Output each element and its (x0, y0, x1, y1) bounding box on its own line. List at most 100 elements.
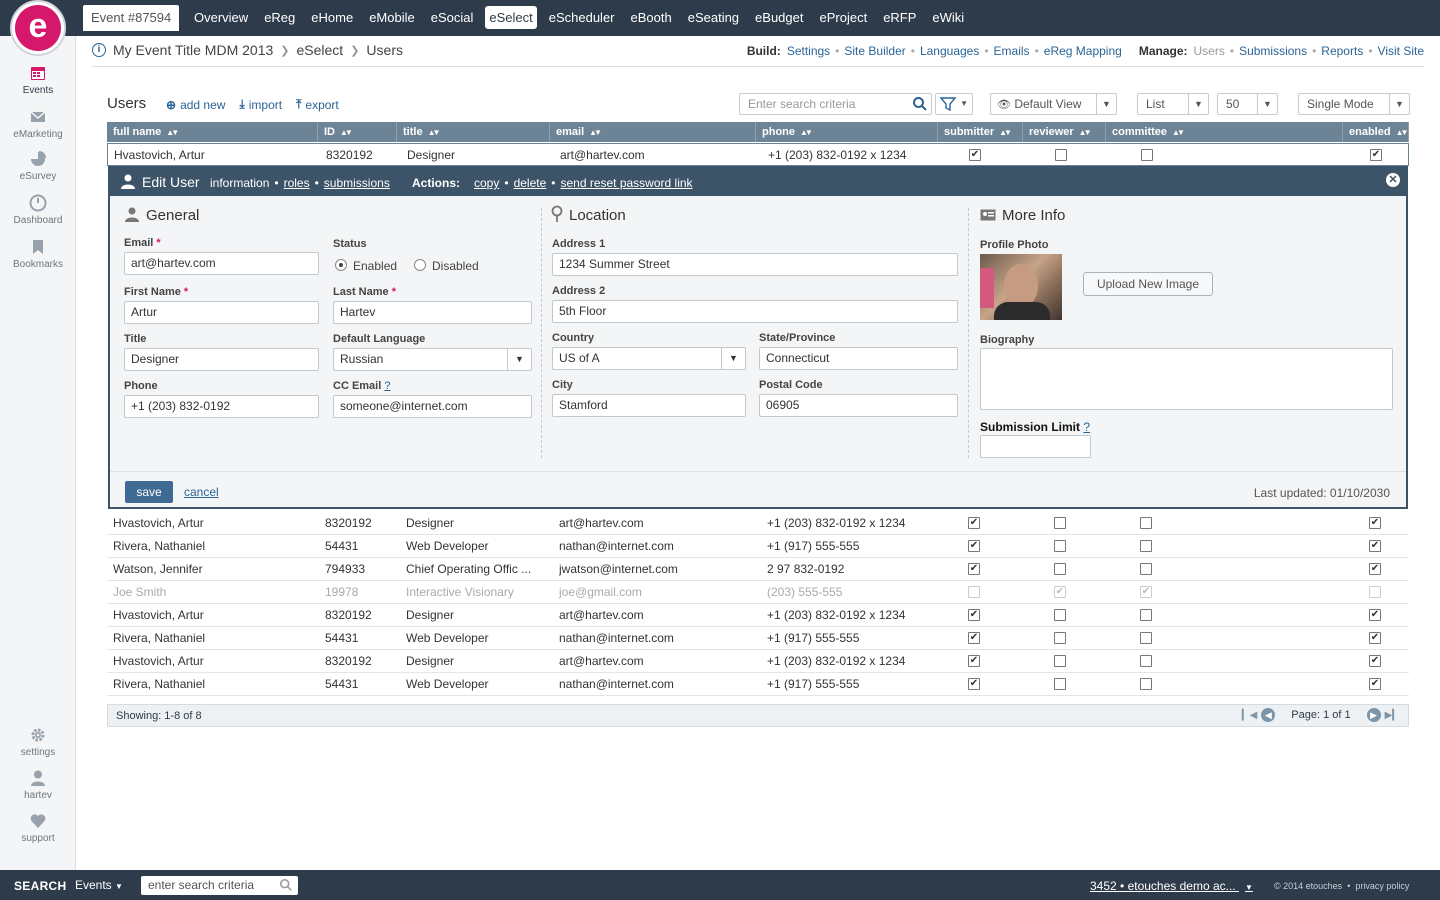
search-icon[interactable] (279, 878, 293, 892)
column-header-enabled[interactable]: enabled ▲▼ (1343, 122, 1409, 142)
per-page-select[interactable]: 50 ▼ (1217, 93, 1278, 115)
nav-item-ewiki[interactable]: eWiki (928, 6, 968, 29)
column-header-id[interactable]: ID ▲▼ (318, 122, 397, 142)
submitter-checkbox[interactable]: ✔ (968, 563, 980, 575)
nav-item-ebudget[interactable]: eBudget (751, 6, 807, 29)
enabled-checkbox[interactable]: ✔ (1369, 609, 1381, 621)
table-row-selected[interactable]: Hvastovich, Artur 8320192 Designer art@hart… (107, 143, 1409, 166)
build-link-site-builder[interactable]: Site Builder (844, 44, 905, 58)
save-button[interactable]: save (125, 481, 173, 503)
column-header-committee[interactable]: committee ▲▼ (1106, 122, 1343, 142)
submitter-checkbox[interactable]: ✔ (968, 609, 980, 621)
tab-submissions[interactable]: submissions (324, 176, 390, 190)
enabled-checkbox[interactable]: ✔ (1369, 678, 1381, 690)
sort-icon[interactable]: ▲▼ (800, 128, 813, 137)
manage-link-reports[interactable]: Reports (1321, 44, 1363, 58)
submitter-checkbox[interactable]: ✔ (969, 149, 981, 161)
column-header-reviewer[interactable]: reviewer ▲▼ (1023, 122, 1106, 142)
city-field[interactable]: Stamford (552, 394, 746, 417)
enabled-checkbox[interactable]: ✔ (1369, 517, 1381, 529)
committee-checkbox[interactable] (1140, 678, 1152, 690)
build-link-settings[interactable]: Settings (787, 44, 830, 58)
first-name-field[interactable]: Artur (124, 301, 319, 324)
global-search-input[interactable]: enter search criteria (141, 876, 298, 895)
reviewer-checkbox[interactable] (1055, 149, 1067, 161)
search-icon[interactable] (912, 96, 928, 112)
sort-icon[interactable]: ▲▼ (999, 128, 1012, 137)
committee-checkbox[interactable] (1140, 609, 1152, 621)
copy-link[interactable]: copy (474, 176, 499, 190)
reviewer-checkbox[interactable] (1054, 632, 1066, 644)
sidebar-item-emarketing[interactable]: eMarketing (0, 108, 76, 140)
table-row[interactable]: Watson, Jennifer 794933 Chief Operating Of… (107, 558, 1409, 581)
status-enabled-radio[interactable] (335, 259, 347, 271)
nav-item-eselect[interactable]: eSelect (485, 6, 537, 29)
sort-icon[interactable]: ▲▼ (1396, 128, 1409, 137)
sort-icon[interactable]: ▲▼ (340, 128, 353, 137)
first-page-icon[interactable]: ▎◀ (1242, 710, 1257, 721)
last-page-icon[interactable]: ▶▎ (1385, 710, 1400, 721)
table-row[interactable]: Rivera, Nathaniel 54431 Web Developer natha… (107, 673, 1409, 696)
reviewer-checkbox[interactable]: ✔ (1054, 586, 1066, 598)
reviewer-checkbox[interactable] (1054, 517, 1066, 529)
export-button[interactable]: ⤒ export (296, 97, 339, 112)
last-name-field[interactable]: Hartev (333, 301, 532, 324)
sidebar-item-dashboard[interactable]: Dashboard (0, 194, 76, 226)
sort-icon[interactable]: ▲▼ (589, 128, 602, 137)
sort-icon[interactable]: ▲▼ (1079, 128, 1092, 137)
sidebar-item-bookmarks[interactable]: Bookmarks (0, 238, 76, 270)
table-row[interactable]: Hvastovich, Artur 8320192 Designer art@hart… (107, 650, 1409, 673)
send-reset-password-link[interactable]: send reset password link (560, 176, 692, 190)
table-row[interactable]: Hvastovich, Artur 8320192 Designer art@hart… (107, 604, 1409, 627)
sort-icon[interactable]: ▲▼ (1172, 128, 1185, 137)
committee-checkbox[interactable] (1140, 540, 1152, 552)
nav-item-overview[interactable]: Overview (190, 6, 252, 29)
manage-link-visit-site[interactable]: Visit Site (1378, 44, 1424, 58)
privacy-policy-link[interactable]: privacy policy (1355, 881, 1409, 891)
list-select[interactable]: List ▼ (1137, 93, 1209, 115)
column-header-phone[interactable]: phone ▲▼ (756, 122, 938, 142)
submitter-checkbox[interactable]: ✔ (968, 540, 980, 552)
prev-page-icon[interactable]: ◀ (1261, 708, 1276, 722)
status-disabled-radio[interactable] (414, 259, 426, 271)
tab-information[interactable]: information (210, 176, 269, 190)
reviewer-checkbox[interactable] (1054, 609, 1066, 621)
build-link-emails[interactable]: Emails (994, 44, 1030, 58)
info-icon[interactable]: i (92, 43, 106, 57)
phone-field[interactable]: +1 (203) 832-0192 (124, 395, 319, 418)
state-field[interactable]: Connecticut (759, 347, 958, 370)
column-header-email[interactable]: email ▲▼ (550, 122, 756, 142)
build-link-ereg-mapping[interactable]: eReg Mapping (1044, 44, 1122, 58)
submitter-checkbox[interactable]: ✔ (968, 632, 980, 644)
reviewer-checkbox[interactable] (1054, 540, 1066, 552)
country-select[interactable]: US of A ▼ (552, 347, 746, 370)
sidebar-item-user[interactable]: hartev (0, 769, 76, 801)
nav-item-erfp[interactable]: eRFP (879, 6, 920, 29)
address1-field[interactable]: 1234 Summer Street (552, 253, 958, 276)
biography-textarea[interactable] (980, 348, 1393, 410)
upload-new-image-button[interactable]: Upload New Image (1083, 272, 1213, 296)
committee-checkbox[interactable] (1140, 655, 1152, 667)
table-row[interactable]: Joe Smith 19978 Interactive Visionary joe@g… (107, 581, 1409, 604)
nav-item-ehome[interactable]: eHome (307, 6, 357, 29)
postal-code-field[interactable]: 06905 (759, 394, 958, 417)
nav-item-eproject[interactable]: eProject (815, 6, 871, 29)
help-icon[interactable]: ? (1083, 420, 1090, 434)
cc-email-field[interactable]: someone@internet.com (333, 395, 532, 418)
mode-select[interactable]: Single Mode ▼ (1298, 93, 1410, 115)
sidebar-item-settings[interactable]: settings (0, 726, 76, 758)
enabled-checkbox[interactable]: ✔ (1369, 563, 1381, 575)
column-header-title[interactable]: title ▲▼ (397, 122, 550, 142)
committee-checkbox[interactable] (1140, 563, 1152, 575)
manage-link-submissions[interactable]: Submissions (1239, 44, 1307, 58)
next-page-icon[interactable]: ▶ (1366, 708, 1381, 722)
reviewer-checkbox[interactable] (1054, 563, 1066, 575)
title-field[interactable]: Designer (124, 348, 319, 371)
nav-item-emobile[interactable]: eMobile (365, 6, 419, 29)
committee-checkbox[interactable] (1140, 517, 1152, 529)
column-header-submitter[interactable]: submitter ▲▼ (938, 122, 1023, 142)
submitter-checkbox[interactable]: ✔ (968, 678, 980, 690)
nav-item-ebooth[interactable]: eBooth (627, 6, 676, 29)
sort-icon[interactable]: ▲▼ (428, 128, 441, 137)
committee-checkbox[interactable] (1141, 149, 1153, 161)
